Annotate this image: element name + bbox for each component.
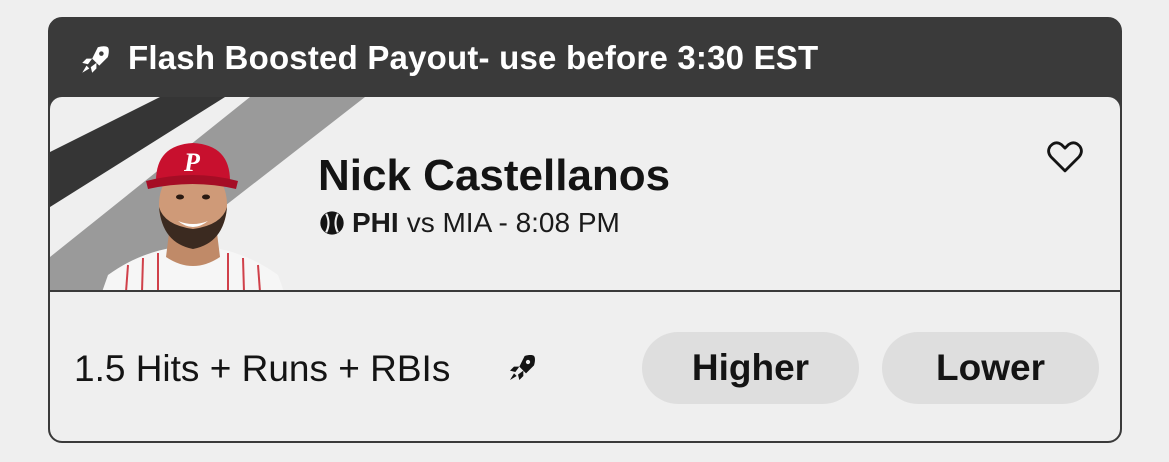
prop-line: 1.5 Hits + Runs + RBIs	[74, 348, 451, 389]
higher-button[interactable]: Higher	[642, 332, 859, 404]
player-name: Nick Castellanos	[318, 151, 671, 200]
heart-icon[interactable]	[1044, 135, 1086, 177]
flash-boost-banner: Flash Boosted Payout- use before 3:30 ES…	[50, 19, 1120, 97]
matchup-time: vs MIA - 8:08 PM	[406, 207, 620, 238]
lower-button[interactable]: Lower	[882, 332, 1099, 404]
rocket-icon	[510, 355, 535, 380]
team-abbreviation: PHI	[352, 207, 399, 238]
baseball-icon	[320, 211, 344, 235]
banner-text: Flash Boosted Payout- use before 3:30 ES…	[128, 39, 819, 76]
player-header: P Nick Castellanos PHI vs MIA - 8:08 PM	[50, 97, 1120, 292]
svg-text:P: P	[183, 148, 201, 177]
player-card-body: P Nick Castellanos PHI vs MIA - 8:08 PM …	[50, 97, 1120, 441]
player-headshot: P	[102, 143, 284, 292]
projection-card: Flash Boosted Payout- use before 3:30 ES…	[48, 17, 1122, 443]
rocket-icon	[82, 46, 109, 73]
game-info: PHI vs MIA - 8:08 PM	[318, 207, 620, 239]
prop-row: 1.5 Hits + Runs + RBIs Higher Lower	[50, 292, 1120, 441]
